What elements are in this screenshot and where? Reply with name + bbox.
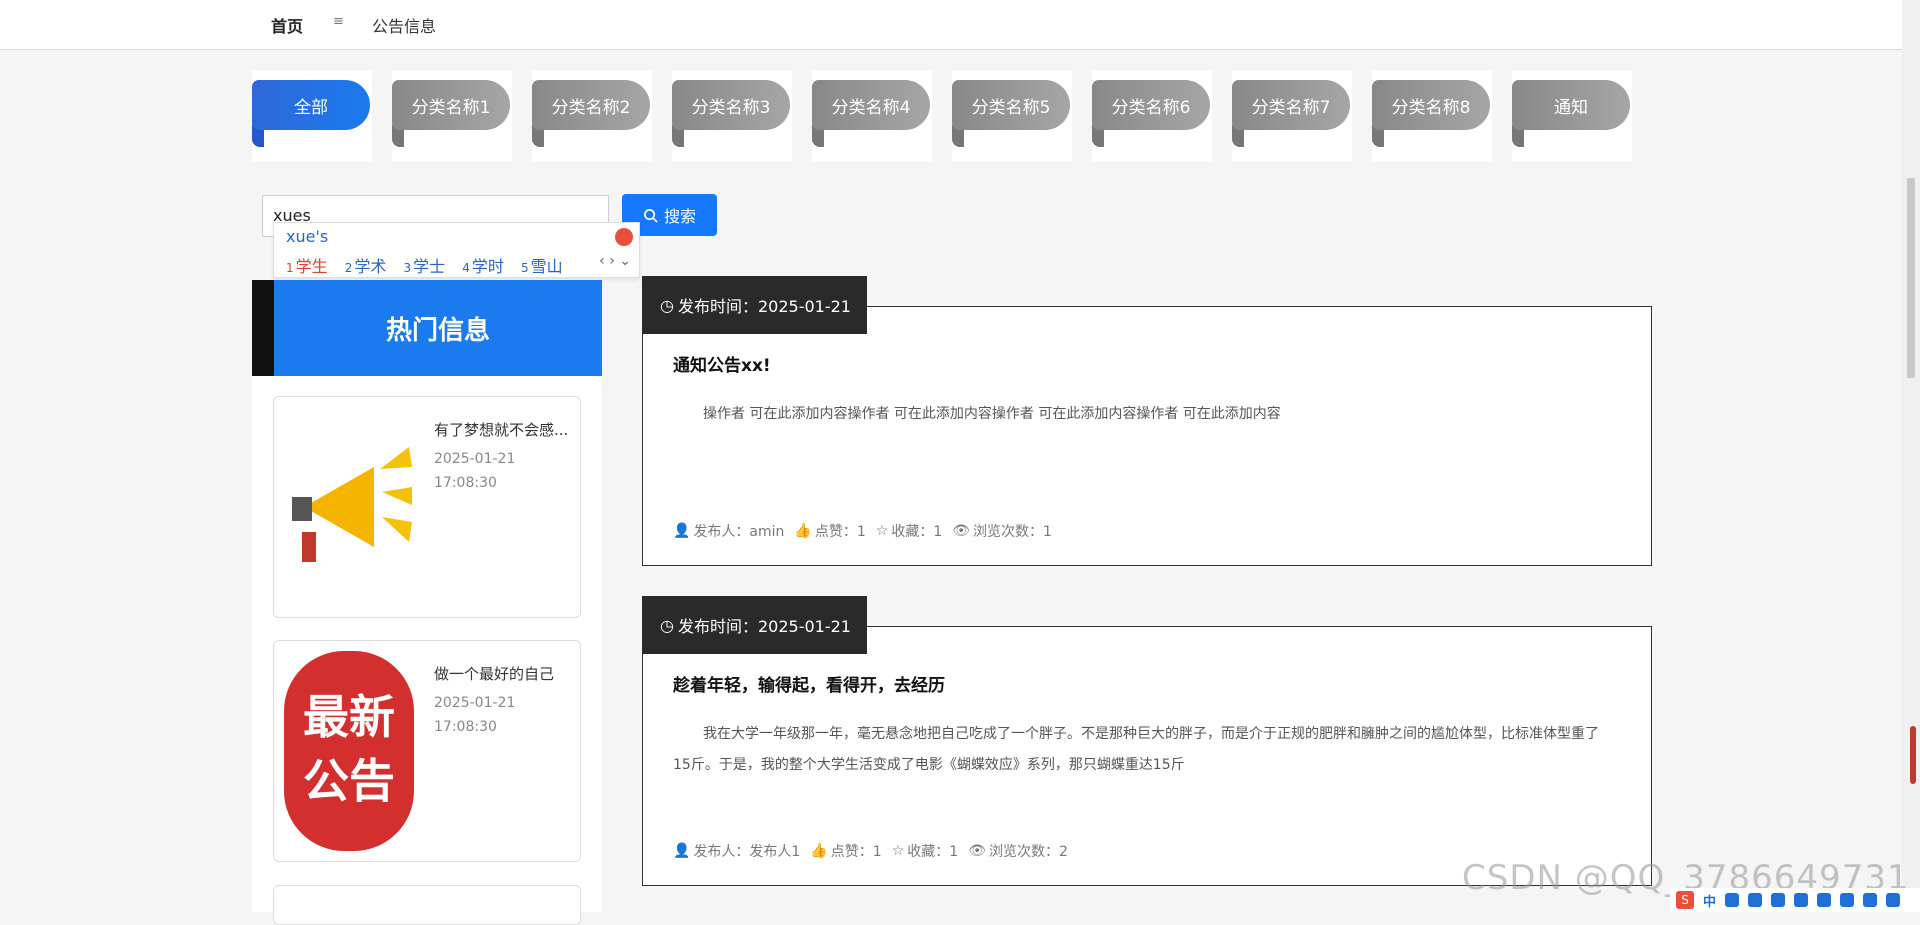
eye-icon: 👁 — [952, 523, 971, 539]
category-tab-notice[interactable]: 通知 — [1512, 70, 1632, 162]
post-meta: 👤 发布人：amin 👍 点赞：1 ☆ 收藏：1 👁 浏览次数：1 — [673, 521, 1056, 541]
eye-icon: 👁 — [968, 843, 986, 859]
sogou-logo-icon[interactable]: S — [1676, 891, 1694, 909]
clock-icon: ◷ — [660, 295, 674, 315]
hot-item-date: 2025-01-21 — [434, 695, 516, 711]
user-icon: 👤 — [673, 523, 691, 539]
hot-item[interactable]: 最新 公告 做一个最好的自己 2025-01-21 17:08:30 — [273, 640, 581, 862]
post-card[interactable]: 趁着年轻，输得起，看得开，去经历 我在大学一年级那一年，毫无悬念地把自己吃成了一… — [642, 626, 1652, 886]
category-tab-8[interactable]: 分类名称8 — [1372, 70, 1492, 162]
post-meta: 👤 发布人：发布人1 👍 点赞：1 ☆ 收藏：1 👁 浏览次数：2 — [673, 841, 1072, 861]
post-body: 操作者 可在此添加内容操作者 可在此添加内容操作者 可在此添加内容操作者 可在此… — [703, 406, 1281, 422]
user-icon: 👤 — [673, 843, 691, 859]
category-tab-all[interactable]: 全部 — [252, 70, 372, 162]
punctuation-icon[interactable] — [1748, 893, 1763, 907]
category-tab-4[interactable]: 分类名称4 — [812, 70, 932, 162]
grid-icon[interactable] — [1886, 893, 1901, 907]
category-tab-7[interactable]: 分类名称7 — [1232, 70, 1352, 162]
post-author: 发布人：amin — [693, 524, 785, 540]
ime-logo-icon — [615, 228, 633, 246]
hot-item-date: 2025-01-21 — [434, 451, 516, 467]
latest-notice-image: 最新 公告 — [284, 651, 414, 851]
search-icon — [644, 208, 658, 223]
ime-candidate[interactable]: 2 学术 — [345, 257, 387, 276]
post-views: 浏览次数：1 — [973, 524, 1052, 540]
top-nav-bar: 首页 ≡ 公告信息 — [0, 0, 1902, 50]
thumbs-up-icon: 👍 — [794, 523, 812, 539]
hot-item-title: 有了梦想就不会感... — [434, 421, 569, 439]
clock-icon: ◷ — [660, 615, 674, 635]
keyboard-icon[interactable] — [1817, 893, 1832, 907]
ime-composition: xue's — [286, 227, 329, 246]
post-likes: 点赞：1 — [830, 844, 882, 860]
category-tab-6[interactable]: 分类名称6 — [1092, 70, 1212, 162]
breadcrumb-home[interactable]: 首页 — [271, 13, 303, 37]
ime-candidate[interactable]: 3 学士 — [404, 257, 446, 276]
user-icon[interactable] — [1840, 893, 1855, 907]
hot-item[interactable] — [273, 885, 581, 925]
star-icon: ☆ — [891, 843, 905, 859]
post-body: 我在大学一年级那一年，毫无悬念地把自己吃成了一个胖子。不是那种巨大的胖子，而是介… — [673, 726, 1599, 773]
category-tab-2[interactable]: 分类名称2 — [532, 70, 652, 162]
breadcrumb-separator-icon: ≡ — [333, 14, 344, 29]
post-favorites: 收藏：1 — [907, 844, 959, 860]
post-views: 浏览次数：2 — [988, 844, 1068, 860]
hot-item-time: 17:08:30 — [434, 475, 497, 491]
ime-next-page-icon[interactable]: ‹ › ⌄ — [599, 253, 631, 269]
thumbs-up-icon: 👍 — [810, 843, 828, 859]
category-tab-1[interactable]: 分类名称1 — [392, 70, 512, 162]
post-publish-badge: ◷ 发布时间：2025-01-21 — [642, 596, 867, 654]
post-title[interactable]: 通知公告xx! — [673, 351, 771, 376]
search-button-label: 搜索 — [663, 207, 696, 226]
post-card[interactable]: 通知公告xx! 操作者 可在此添加内容操作者 可在此添加内容操作者 可在此添加内… — [642, 306, 1652, 566]
scrollbar-thumb[interactable] — [1907, 178, 1915, 378]
thermometer-icon — [1910, 726, 1916, 784]
hot-item[interactable]: 有了梦想就不会感... 2025-01-21 17:08:30 — [273, 396, 581, 618]
post-author: 发布人：发布人1 — [693, 844, 801, 860]
post-publish-badge: ◷ 发布时间：2025-01-21 — [642, 276, 867, 334]
ime-toolbar: S 中 — [1670, 888, 1920, 912]
skin-icon[interactable] — [1863, 893, 1878, 907]
microphone-icon[interactable] — [1794, 893, 1809, 907]
hot-item-title: 做一个最好的自己 — [434, 665, 555, 683]
moon-icon[interactable] — [1725, 893, 1740, 907]
category-tab-3[interactable]: 分类名称3 — [672, 70, 792, 162]
ime-candidate[interactable]: 5 雪山 — [521, 257, 563, 276]
megaphone-image — [284, 407, 414, 607]
post-title[interactable]: 趁着年轻，输得起，看得开，去经历 — [673, 671, 945, 696]
post-likes: 点赞：1 — [814, 524, 866, 540]
ime-mode-indicator[interactable]: 中 — [1703, 891, 1716, 910]
post-favorites: 收藏：1 — [891, 524, 943, 540]
ime-candidate-list: 1 学生 2 学术 3 学士 4 学时 5 雪山 — [286, 253, 575, 277]
hot-item-time: 17:08:30 — [434, 719, 497, 735]
hot-info-accent — [252, 280, 274, 376]
category-tab-5[interactable]: 分类名称5 — [952, 70, 1072, 162]
breadcrumb-current: 公告信息 — [372, 17, 437, 36]
hot-info-title: 热门信息 — [274, 280, 602, 376]
emoji-icon[interactable] — [1771, 893, 1786, 907]
ime-candidate[interactable]: 1 学生 — [286, 257, 328, 276]
ime-candidate-window: xue's 1 学生 2 学术 3 学士 4 学时 5 雪山 ‹ › ⌄ — [273, 222, 640, 278]
star-icon: ☆ — [875, 523, 889, 539]
ime-candidate[interactable]: 4 学时 — [462, 257, 504, 276]
